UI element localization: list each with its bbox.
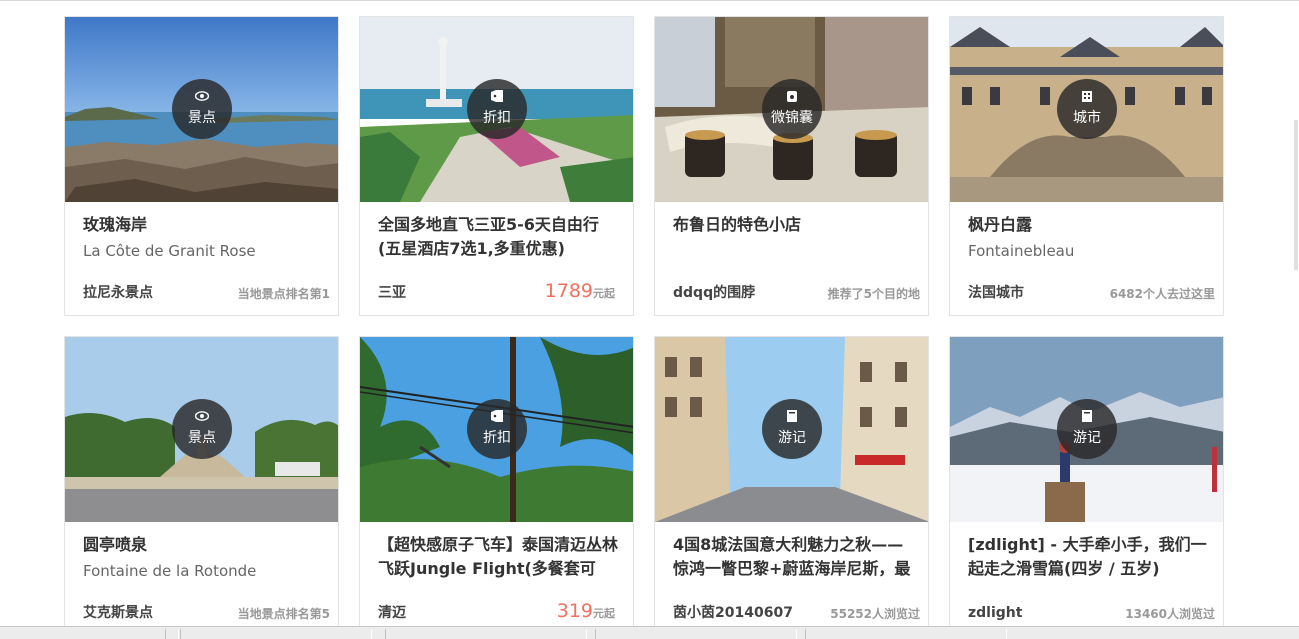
bag-icon bbox=[787, 91, 797, 102]
card-price: 319元起 bbox=[557, 599, 615, 626]
badge-label: 游记 bbox=[778, 430, 806, 446]
card-meta: 13460人浏览过 bbox=[1125, 607, 1215, 621]
book-icon bbox=[787, 410, 797, 422]
card-meta: 当地景点排名第5 bbox=[237, 607, 330, 621]
card-title[interactable]: 【超快感原子飞车】泰国清迈丛林飞跃Jungle Flight(多餐套可 bbox=[378, 533, 618, 581]
price-value: 319 bbox=[556, 600, 593, 622]
taskbar bbox=[0, 626, 1299, 639]
badge-city: 城市 bbox=[1057, 79, 1117, 139]
card-sanya-deal[interactable]: 折扣 全国多地直飞三亚5-6天自由行(五星酒店7选1,多重优惠) 三亚 1789… bbox=[359, 16, 634, 316]
card-title[interactable]: 布鲁日的特色小店 bbox=[673, 213, 913, 237]
card-photo[interactable]: 微锦囊 bbox=[655, 17, 928, 202]
card-location[interactable]: 拉尼永景点 bbox=[83, 283, 153, 303]
badge-label: 景点 bbox=[188, 430, 216, 446]
card-location[interactable]: ddqq的围脖 bbox=[673, 283, 755, 303]
card-photo[interactable]: 景点 bbox=[65, 17, 338, 202]
price-unit: 元起 bbox=[593, 287, 615, 300]
tag-icon bbox=[491, 410, 503, 422]
card-france-italy-travelogue[interactable]: 游记 4国8城法国意大利魅力之秋——惊鸿一瞥巴黎+蔚蓝海岸尼斯，最 茵小茵201… bbox=[654, 336, 929, 636]
card-rotonde-fountain[interactable]: 景点 圆亭喷泉 Fontaine de la Rotonde 艾克斯景点 当地景… bbox=[64, 336, 339, 636]
card-title[interactable]: [zdlight] - 大手牵小手，我们一起走之滑雪篇(四岁 / 五岁) bbox=[968, 533, 1208, 581]
card-author[interactable]: zdlight bbox=[968, 603, 1022, 623]
building-icon bbox=[1082, 91, 1092, 102]
badge-sight: 景点 bbox=[172, 79, 232, 139]
card-author[interactable]: 茵小茵20140607 bbox=[673, 603, 793, 623]
badge-label: 折扣 bbox=[483, 110, 511, 126]
card-ski-travelogue[interactable]: 游记 [zdlight] - 大手牵小手，我们一起走之滑雪篇(四岁 / 五岁) … bbox=[949, 336, 1224, 636]
card-fontainebleau[interactable]: 城市 枫丹白露 Fontainebleau 法国城市 6482个人去过这里 bbox=[949, 16, 1224, 316]
price-unit: 元起 bbox=[593, 607, 615, 620]
card-photo[interactable]: 城市 bbox=[950, 17, 1223, 202]
card-photo[interactable]: 景点 bbox=[65, 337, 338, 522]
badge-guide: 微锦囊 bbox=[762, 79, 822, 139]
card-location[interactable]: 艾克斯景点 bbox=[83, 603, 153, 623]
card-subtitle: La Côte de Granit Rose bbox=[83, 242, 256, 260]
badge-label: 折扣 bbox=[483, 430, 511, 446]
card-price: 1789元起 bbox=[545, 279, 615, 306]
eye-icon bbox=[195, 411, 209, 421]
card-subtitle: Fontaine de la Rotonde bbox=[83, 562, 257, 580]
card-photo[interactable]: 折扣 bbox=[360, 17, 633, 202]
top-divider bbox=[0, 0, 1299, 1]
card-rose-coast[interactable]: 景点 玫瑰海岸 La Côte de Granit Rose 拉尼永景点 当地景… bbox=[64, 16, 339, 316]
card-subtitle: Fontainebleau bbox=[968, 242, 1075, 260]
card-title[interactable]: 枫丹白露 bbox=[968, 213, 1208, 237]
card-title[interactable]: 4国8城法国意大利魅力之秋——惊鸿一瞥巴黎+蔚蓝海岸尼斯，最 bbox=[673, 533, 913, 581]
book-icon bbox=[1082, 410, 1092, 422]
badge-label: 城市 bbox=[1073, 110, 1101, 126]
badge-sight: 景点 bbox=[172, 399, 232, 459]
badge-deal: 折扣 bbox=[467, 79, 527, 139]
badge-label: 游记 bbox=[1073, 430, 1101, 446]
card-title[interactable]: 圆亭喷泉 bbox=[83, 533, 323, 557]
card-photo[interactable]: 游记 bbox=[655, 337, 928, 522]
card-photo[interactable]: 游记 bbox=[950, 337, 1223, 522]
badge-travelogue: 游记 bbox=[762, 399, 822, 459]
card-title[interactable]: 全国多地直飞三亚5-6天自由行(五星酒店7选1,多重优惠) bbox=[378, 213, 618, 261]
price-value: 1789 bbox=[544, 280, 593, 302]
card-meta: 55252人浏览过 bbox=[830, 607, 920, 621]
card-meta: 当地景点排名第1 bbox=[237, 287, 330, 301]
badge-label: 景点 bbox=[188, 110, 216, 126]
card-location[interactable]: 法国城市 bbox=[968, 283, 1024, 303]
eye-icon bbox=[195, 91, 209, 101]
card-meta: 6482个人去过这里 bbox=[1109, 287, 1215, 301]
card-meta: 推荐了5个目的地 bbox=[827, 287, 920, 301]
card-photo[interactable]: 折扣 bbox=[360, 337, 633, 522]
card-title[interactable]: 玫瑰海岸 bbox=[83, 213, 323, 237]
card-bruges-shops[interactable]: 微锦囊 布鲁日的特色小店 ddqq的围脖 推荐了5个目的地 bbox=[654, 16, 929, 316]
badge-travelogue: 游记 bbox=[1057, 399, 1117, 459]
card-location[interactable]: 三亚 bbox=[378, 283, 406, 303]
badge-label: 微锦囊 bbox=[771, 110, 813, 126]
tag-icon bbox=[491, 90, 503, 102]
card-chiangmai-deal[interactable]: 折扣 【超快感原子飞车】泰国清迈丛林飞跃Jungle Flight(多餐套可 清… bbox=[359, 336, 634, 636]
scrollbar-thumb[interactable] bbox=[1294, 120, 1298, 270]
card-location[interactable]: 清迈 bbox=[378, 603, 406, 623]
badge-deal: 折扣 bbox=[467, 399, 527, 459]
